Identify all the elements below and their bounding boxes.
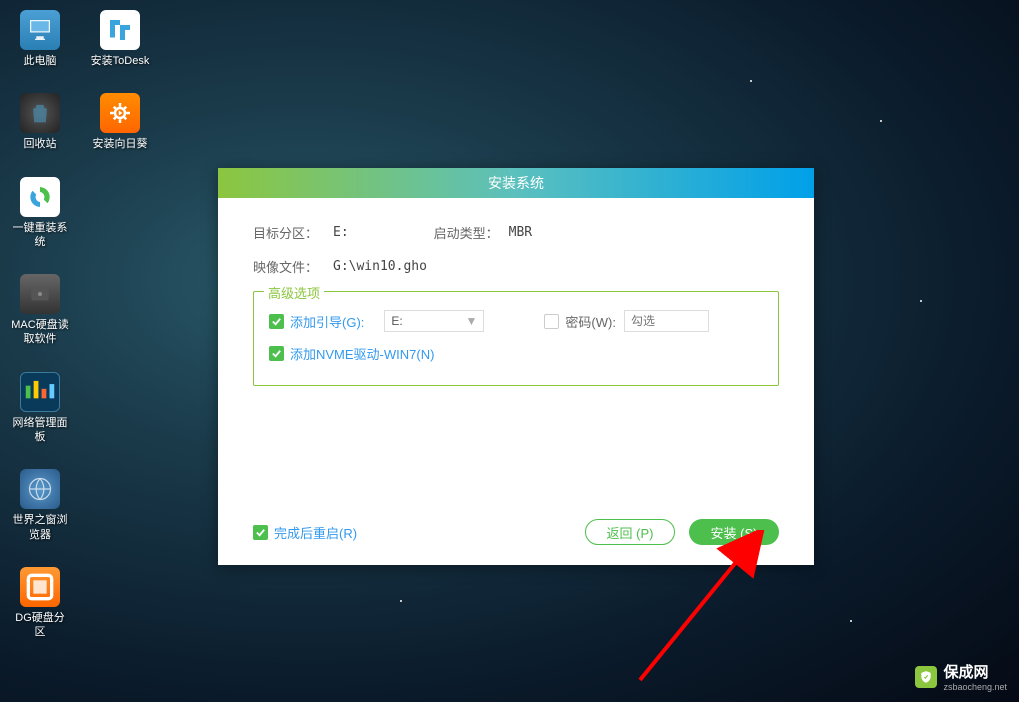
back-button[interactable]: 返回 (P) <box>585 519 675 545</box>
desktop-icon-reinstall[interactable]: 一键重装系统 <box>10 177 70 250</box>
watermark-url: zsbaocheng.net <box>943 682 1007 692</box>
image-file-row: 映像文件： G:\win10.gho <box>253 257 779 276</box>
reinstall-icon <box>20 177 60 217</box>
boot-drive-value: E: <box>391 314 402 328</box>
desktop-icon-network-panel[interactable]: 网络管理面板 <box>10 372 70 445</box>
boot-drive-dropdown[interactable]: E: ▼ <box>384 310 484 332</box>
check-icon <box>255 527 266 538</box>
password-checkbox[interactable] <box>544 314 559 329</box>
password-label: 密码(W): <box>565 312 616 331</box>
shield-icon <box>915 666 937 688</box>
desktop-icon-label: 此电脑 <box>24 54 57 68</box>
watermark: 保成网 zsbaocheng.net <box>915 661 1007 692</box>
desktop-icon-label: DG硬盘分区 <box>10 611 70 640</box>
dialog-title: 安装系统 <box>218 168 814 198</box>
target-partition-label: 目标分区： <box>253 223 333 242</box>
desktop-icon-todesk[interactable]: 安装ToDesk <box>90 10 150 68</box>
chevron-down-icon: ▼ <box>466 314 478 328</box>
desktop-icon-label: 世界之窗浏览器 <box>10 513 70 542</box>
image-file-label: 映像文件： <box>253 257 333 276</box>
install-button[interactable]: 安装 (S) <box>689 519 779 545</box>
desktop-icon-dg[interactable]: DG硬盘分区 <box>10 567 70 640</box>
watermark-title: 保成网 <box>943 661 1007 682</box>
desktop-icon-label: 安装ToDesk <box>91 54 150 68</box>
restart-label: 完成后重启(R) <box>274 523 357 542</box>
desktop-icon-label: MAC硬盘读取软件 <box>10 318 70 347</box>
desktop-icon-mac-disk[interactable]: MAC硬盘读取软件 <box>10 274 70 347</box>
sunflower-icon <box>100 93 140 133</box>
desktop-icon-label: 网络管理面板 <box>10 416 70 445</box>
add-boot-label: 添加引导(G): <box>290 312 364 331</box>
nvme-label: 添加NVME驱动-WIN7(N) <box>290 344 434 363</box>
password-input[interactable] <box>624 310 709 332</box>
desktop-icon-label: 一键重装系统 <box>10 221 70 250</box>
image-file-value: G:\win10.gho <box>333 259 427 274</box>
todesk-icon <box>100 10 140 50</box>
monitor-icon <box>20 10 60 50</box>
target-partition-value: E: <box>333 225 349 240</box>
recycle-icon <box>20 93 60 133</box>
desktop-icon-label: 回收站 <box>24 137 57 151</box>
advanced-options-fieldset: 高级选项 添加引导(G): E: ▼ 密码(W): 添加NVME驱动-WIN7(… <box>253 291 779 386</box>
mac-disk-icon <box>20 274 60 314</box>
dg-icon <box>20 567 60 607</box>
advanced-legend: 高级选项 <box>264 283 324 302</box>
desktop-icon-recycle-bin[interactable]: 回收站 <box>10 93 70 151</box>
desktop-icon-label: 安装向日葵 <box>93 137 148 151</box>
install-system-dialog: 安装系统 目标分区： E: 启动类型： MBR 映像文件： G:\win10.g… <box>218 168 814 565</box>
network-icon <box>20 372 60 412</box>
nvme-checkbox[interactable] <box>269 346 284 361</box>
desktop-icon-this-pc[interactable]: 此电脑 <box>10 10 70 68</box>
globe-icon <box>20 469 60 509</box>
desktop-icon-sunflower[interactable]: 安装向日葵 <box>90 93 150 151</box>
add-boot-checkbox[interactable] <box>269 314 284 329</box>
restart-checkbox[interactable] <box>253 525 268 540</box>
target-partition-row: 目标分区： E: 启动类型： MBR <box>253 223 779 242</box>
check-icon <box>271 316 282 327</box>
check-icon <box>271 348 282 359</box>
boot-type-label: 启动类型： <box>434 223 509 242</box>
boot-type-value: MBR <box>509 225 532 240</box>
desktop-icon-browser[interactable]: 世界之窗浏览器 <box>10 469 70 542</box>
